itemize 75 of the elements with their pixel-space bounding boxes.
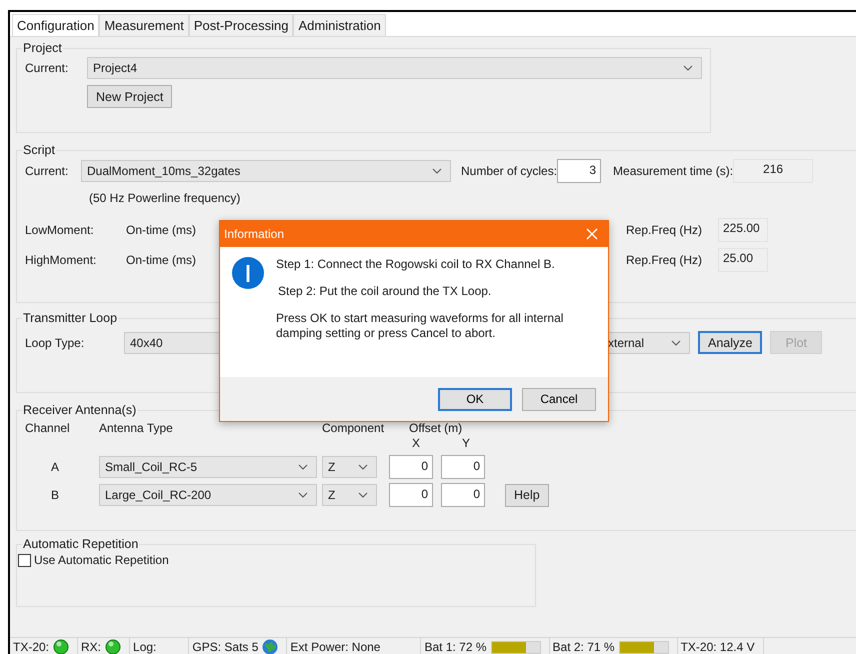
checkbox-label: Use Automatic Repetition xyxy=(34,553,169,567)
group-title: Transmitter Loop xyxy=(22,311,118,325)
field-label: Number of cycles: xyxy=(461,164,558,178)
status-text: Bat 1: 72 % xyxy=(424,640,487,654)
channel-label: B xyxy=(50,488,60,502)
field-label: On-time (ms) xyxy=(126,253,196,267)
column-header: Channel xyxy=(25,421,71,435)
group-title: Automatic Repetition xyxy=(22,537,140,551)
cycles-field[interactable]: 3 xyxy=(557,159,602,183)
status-text: TX-20: xyxy=(13,640,50,654)
tx-button[interactable]: Analyze xyxy=(698,331,762,354)
dialog-title: Information xyxy=(224,227,284,241)
caret-icon xyxy=(358,464,368,470)
offset-x-field[interactable]: 0 xyxy=(389,483,433,507)
moment-label: LowMoment: xyxy=(25,223,95,237)
field-label: Current: xyxy=(25,61,70,75)
rep-freq-readout: 25.00 xyxy=(718,248,768,272)
caret-icon xyxy=(298,464,308,470)
dialog-message: Press OK to start measuring waveforms for all internal damping setting or press Cancel to abort. xyxy=(276,311,564,341)
battery-meter xyxy=(490,640,541,654)
status-text: RX: xyxy=(81,640,102,654)
offset-y-field[interactable]: 0 xyxy=(441,455,485,479)
info-icon xyxy=(232,257,264,289)
antenna-dropdown[interactable]: Small_Coil_RC-5 xyxy=(99,456,317,478)
field-label: Loop Type: xyxy=(25,336,86,350)
column-header: Y xyxy=(462,436,470,450)
field-label: Current: xyxy=(25,164,70,178)
field-label: Rep.Freq (Hz) xyxy=(626,223,704,237)
caret-icon xyxy=(683,65,693,71)
dialog-message: Step 2: Put the coil around the TX Loop. xyxy=(277,284,492,299)
group-title: Receiver Antenna(s) xyxy=(22,403,138,417)
column-header: Antenna Type xyxy=(99,421,174,435)
help-button[interactable]: Help xyxy=(505,484,549,506)
column-header: Offset (m) xyxy=(409,421,462,435)
project-dropdown[interactable]: Project4 xyxy=(87,57,702,79)
status-text: GPS: Sats 5 xyxy=(192,640,258,654)
status-text: Ext Power: None xyxy=(290,640,380,654)
component-dropdown[interactable]: Z xyxy=(322,456,377,478)
group-title: Script xyxy=(22,143,56,157)
script-dropdown[interactable]: DualMoment_10ms_32gates xyxy=(81,160,451,182)
dialog-message: Step 1: Connect the Rogowski coil to RX Channel B. xyxy=(276,257,556,272)
field-label: Measurement time (s): xyxy=(613,164,734,178)
tab[interactable]: Post-Processing xyxy=(188,14,294,36)
status-text: Log: xyxy=(133,640,156,654)
dialog-button[interactable]: OK xyxy=(438,388,512,410)
globe-icon xyxy=(262,639,278,654)
battery-meter xyxy=(618,640,669,654)
channel-label: A xyxy=(50,460,60,474)
tab[interactable]: Measurement xyxy=(99,14,189,36)
caret-icon xyxy=(432,168,442,174)
tab[interactable]: Configuration xyxy=(12,14,100,36)
field-label: Rep.Freq (Hz) xyxy=(626,253,704,267)
antenna-dropdown[interactable]: Large_Coil_RC-200 xyxy=(99,484,317,506)
column-header: Component xyxy=(322,421,386,435)
caret-icon xyxy=(671,340,681,346)
caret-icon xyxy=(298,492,308,498)
field-label: On-time (ms) xyxy=(126,223,196,237)
status-text: Bat 2: 71 % xyxy=(552,640,615,654)
offset-y-field[interactable]: 0 xyxy=(441,483,485,507)
group-title: Project xyxy=(22,41,63,55)
component-dropdown[interactable]: Z xyxy=(322,484,377,506)
new-project-button[interactable]: New Project xyxy=(87,85,172,108)
close-icon[interactable] xyxy=(586,228,598,240)
moment-label: HighMoment: xyxy=(25,253,98,267)
time-readout: 216 xyxy=(733,159,814,183)
offset-x-field[interactable]: 0 xyxy=(389,455,433,479)
checkbox[interactable]: Use Automatic Repetition xyxy=(18,553,527,567)
column-header: X xyxy=(412,436,420,450)
status-text: TX-20: 12.4 V xyxy=(680,640,755,654)
caret-icon xyxy=(358,492,368,498)
note-text: (50 Hz Powerline frequency) xyxy=(89,191,240,205)
checkbox-box[interactable] xyxy=(18,554,31,566)
dialog-button[interactable]: Cancel xyxy=(522,388,596,410)
tab[interactable]: Administration xyxy=(293,14,386,36)
rep-freq-readout: 225.00 xyxy=(718,218,768,242)
